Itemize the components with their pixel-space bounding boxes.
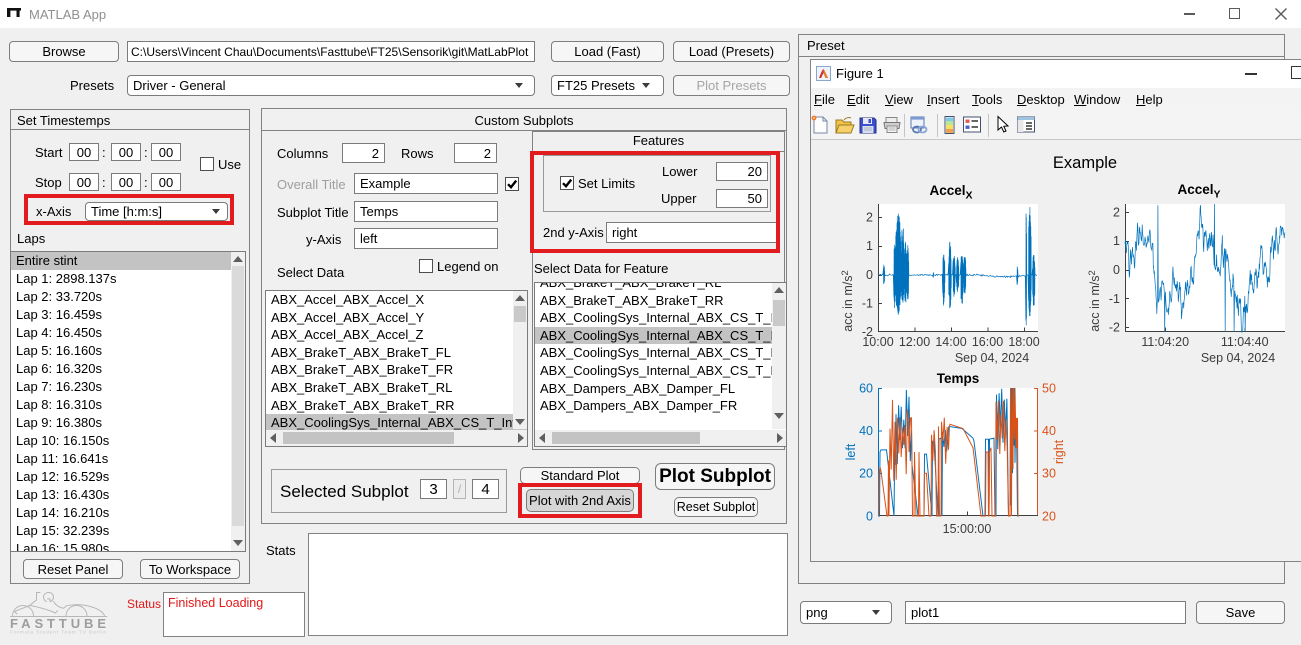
svg-text:40: 40 <box>1042 424 1056 438</box>
svg-text:Formula Student Team TU Berlin: Formula Student Team TU Berlin <box>10 630 106 636</box>
svg-text:20: 20 <box>1042 510 1056 524</box>
svg-text:FASTTUBE: FASTTUBE <box>10 616 106 631</box>
svg-text:10:00: 10:00 <box>862 335 893 349</box>
svg-text:left: left <box>844 443 858 460</box>
svg-text:acc in m/s2: acc in m/s2 <box>840 270 855 332</box>
svg-text:11:04:40: 11:04:40 <box>1221 335 1269 349</box>
svg-text:40: 40 <box>859 424 873 438</box>
svg-text:Sep 04, 2024: Sep 04, 2024 <box>955 351 1029 365</box>
svg-text:Temps: Temps <box>937 371 980 386</box>
svg-text:Example: Example <box>1053 154 1117 172</box>
svg-text:2: 2 <box>1113 206 1120 220</box>
svg-text:14:00: 14:00 <box>935 335 966 349</box>
svg-text:12:00: 12:00 <box>899 335 930 349</box>
svg-text:15:00:00: 15:00:00 <box>943 522 992 536</box>
svg-text:2: 2 <box>866 211 873 225</box>
svg-text:50: 50 <box>1042 382 1056 396</box>
svg-text:16:00: 16:00 <box>972 335 1003 349</box>
svg-text:30: 30 <box>1042 467 1056 481</box>
svg-text:11:04:20: 11:04:20 <box>1141 335 1189 349</box>
svg-text:Sep 04, 2024: Sep 04, 2024 <box>1201 351 1275 365</box>
svg-text:1: 1 <box>1113 234 1120 248</box>
svg-text:right: right <box>1052 439 1066 464</box>
svg-text:-1: -1 <box>862 297 873 311</box>
svg-text:1: 1 <box>866 239 873 253</box>
svg-text:acc in m/s2: acc in m/s2 <box>1087 270 1102 332</box>
svg-text:0: 0 <box>866 510 873 524</box>
svg-text:60: 60 <box>859 382 873 396</box>
svg-text:0: 0 <box>1113 263 1120 277</box>
svg-text:-2: -2 <box>1109 321 1120 335</box>
svg-text:18:00: 18:00 <box>1008 335 1039 349</box>
svg-text:20: 20 <box>859 467 873 481</box>
svg-text:0: 0 <box>866 268 873 282</box>
svg-text:-1: -1 <box>1109 292 1120 306</box>
